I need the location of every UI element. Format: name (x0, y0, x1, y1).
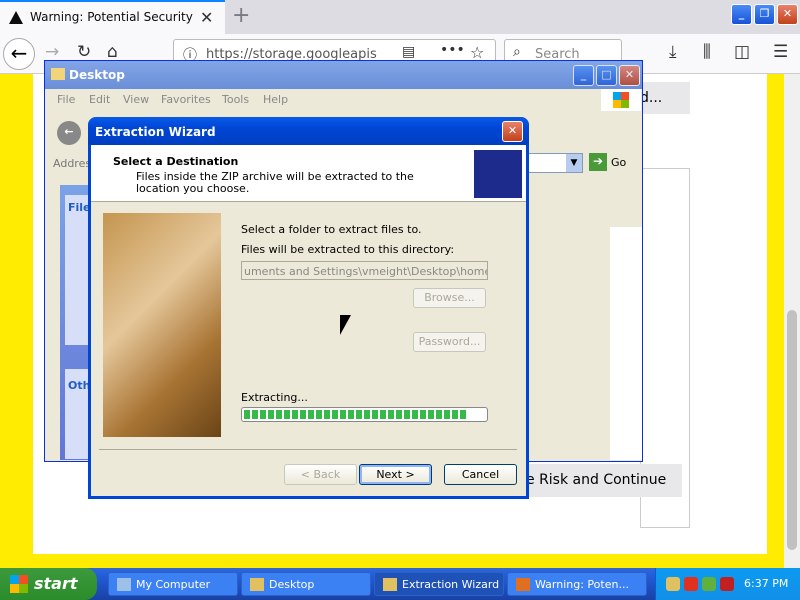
back-button[interactable]: ← (3, 38, 35, 70)
close-icon[interactable]: ✕ (777, 4, 798, 25)
yellow-border (767, 74, 784, 568)
wizard-side-image (103, 213, 221, 437)
menu-tools[interactable]: Tools (222, 93, 249, 106)
close-icon[interactable]: ✕ (502, 121, 523, 142)
wizard-subheading: Files inside the ZIP archive will be ext… (136, 170, 414, 195)
window-title: Desktop (69, 68, 125, 82)
start-button[interactable]: start (0, 568, 97, 600)
folder-icon (383, 578, 397, 591)
cancel-button[interactable]: Cancel (444, 464, 517, 485)
home-icon[interactable]: ⌂ (107, 42, 118, 62)
taskbar-label: My Computer (136, 578, 211, 591)
dialog-title: Extraction Wizard (95, 125, 216, 139)
back-button[interactable]: < Back (284, 464, 357, 485)
accept-risk-button[interactable]: e Risk and Continue (520, 464, 682, 497)
menu-icon[interactable]: ☰ (773, 42, 788, 62)
close-tab-icon[interactable]: ✕ (200, 8, 213, 27)
password-button[interactable]: Password... (413, 332, 486, 352)
window-titlebar[interactable]: Desktop _ □ ✕ (45, 61, 642, 89)
scrollbar-thumb[interactable] (787, 310, 797, 550)
menu-favorites[interactable]: Favorites (161, 93, 211, 106)
taskbar-label: Warning: Poten... (535, 578, 629, 591)
minimize-icon[interactable]: _ (731, 4, 752, 25)
progress-bar (241, 407, 488, 422)
wizard-form: Select a folder to extract files to. Fil… (241, 203, 521, 449)
tab-warning[interactable]: Warning: Potential Security Risk A ✕ (0, 0, 225, 34)
windows-logo (601, 89, 641, 111)
reload-icon[interactable]: ↻ (77, 42, 91, 62)
wizard-heading: Select a Destination (113, 155, 239, 168)
next-button[interactable]: Next > (359, 464, 432, 485)
back-button[interactable]: ← (57, 121, 81, 145)
folder-icon (250, 578, 264, 591)
menu-view[interactable]: View (123, 93, 149, 106)
clock: 6:37 PM (744, 577, 789, 590)
forward-icon[interactable]: → (45, 42, 59, 62)
firefox-icon (516, 578, 530, 591)
wizard-header: Select a Destination Files inside the ZI… (91, 145, 526, 202)
taskbar-my-computer[interactable]: My Computer (108, 572, 238, 596)
destination-path-field[interactable]: uments and Settings\vmeight\Desktop\home… (241, 261, 488, 280)
start-label: start (34, 574, 78, 593)
minimize-icon[interactable]: _ (573, 65, 594, 86)
menu-help[interactable]: Help (263, 93, 288, 106)
library-icon[interactable]: ⫼ (703, 42, 711, 62)
search-icon: ⌕ (513, 44, 521, 60)
address-label: Addres (53, 157, 92, 170)
update-icon[interactable] (702, 577, 716, 591)
security-shield-icon[interactable] (684, 577, 698, 591)
folder-icon (51, 68, 65, 80)
menu-edit[interactable]: Edit (89, 93, 110, 106)
reader-icon[interactable]: ▤ (402, 44, 415, 60)
scrollbar[interactable] (784, 74, 800, 568)
windows-flag-icon (10, 575, 28, 593)
go-button[interactable]: ➔ Go (587, 153, 637, 173)
taskbar-extraction-wizard[interactable]: Extraction Wizard (374, 572, 504, 596)
browse-button[interactable]: Browse... (413, 288, 486, 308)
yellow-border (0, 74, 33, 568)
menu-file[interactable]: File (57, 93, 75, 106)
close-icon[interactable]: ✕ (619, 65, 640, 86)
zip-folder-icon (474, 150, 522, 198)
address-dropdown[interactable]: ▼ (525, 153, 583, 173)
new-tab-icon[interactable]: + (232, 3, 250, 28)
taskbar-firefox[interactable]: Warning: Poten... (507, 572, 647, 596)
extracting-label: Extracting... (241, 391, 308, 404)
taskbar-desktop[interactable]: Desktop (241, 572, 371, 596)
maximize-icon[interactable]: □ (596, 65, 617, 86)
restore-icon[interactable]: ❐ (754, 4, 775, 25)
divider (99, 449, 517, 450)
menu-bar: File Edit View Favorites Tools Help (45, 89, 642, 111)
directory-label: Files will be extracted to this director… (241, 243, 455, 256)
sidebar-icon[interactable]: ◫ (734, 42, 750, 62)
computer-icon (117, 578, 131, 591)
tab-title: Warning: Potential Security Risk A (30, 10, 196, 24)
taskbar-label: Desktop (269, 578, 315, 591)
tab-bar: Warning: Potential Security Risk A ✕ + _… (0, 0, 800, 34)
page-actions-icon[interactable]: ••• (440, 42, 465, 58)
extraction-wizard-dialog: Extraction Wizard ✕ Select a Destination… (88, 117, 529, 499)
network-icon[interactable] (666, 577, 680, 591)
alert-shield-icon[interactable] (720, 577, 734, 591)
mouse-cursor-icon (340, 315, 351, 335)
system-tray: 6:37 PM (655, 568, 800, 600)
chevron-down-icon[interactable]: ▼ (566, 154, 582, 172)
yellow-border (0, 554, 784, 568)
taskbar: start My Computer Desktop Extraction Wiz… (0, 568, 800, 600)
file-list[interactable] (610, 227, 642, 460)
windows-flag-icon (613, 92, 629, 108)
wizard-body: Select a folder to extract files to. Fil… (91, 203, 526, 449)
go-arrow-icon: ➔ (589, 153, 607, 171)
go-label: Go (611, 156, 627, 169)
download-icon[interactable]: ⤓ (669, 42, 677, 62)
dialog-titlebar[interactable]: Extraction Wizard ✕ (88, 117, 529, 145)
progress-fill (244, 410, 466, 419)
taskbar-label: Extraction Wizard (402, 578, 500, 591)
warning-icon (9, 11, 23, 24)
select-folder-label: Select a folder to extract files to. (241, 223, 422, 236)
